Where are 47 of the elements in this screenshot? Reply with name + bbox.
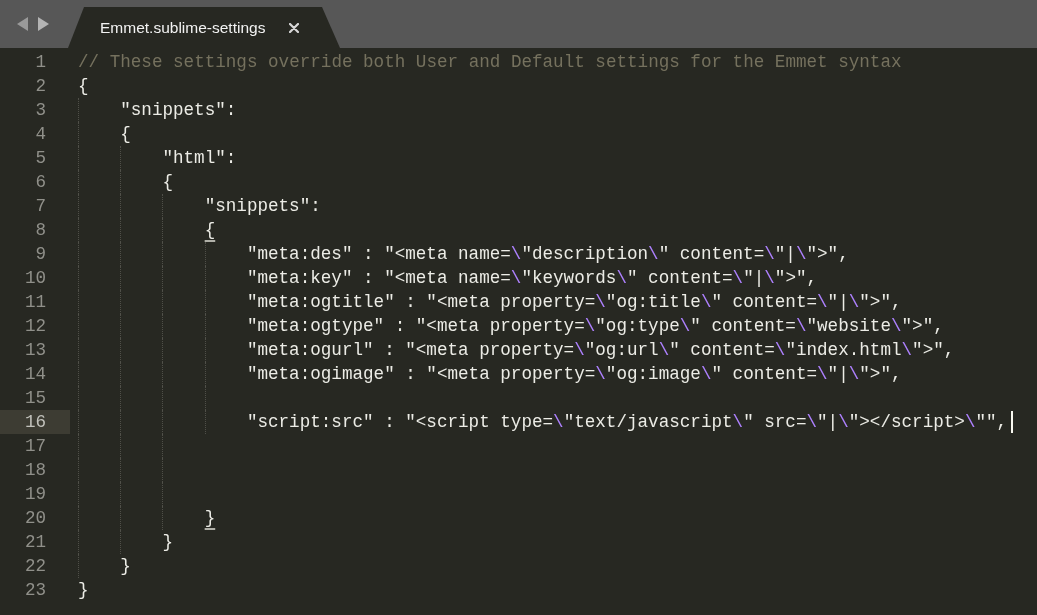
line-number: 20 — [23, 507, 47, 530]
code-line: { — [204, 219, 216, 242]
line-number: 19 — [23, 483, 47, 506]
right-arrow-icon[interactable] — [38, 17, 49, 31]
code-line: "meta:ogtitle" : "<meta property=\"og:title\" content=\"|\">", — [246, 291, 902, 314]
line-number: 8 — [34, 219, 47, 242]
code-line: "script:src" : "<script type=\"text/javascript\" src=\"|\"></script>\"", — [246, 411, 1008, 434]
code-line: } — [78, 579, 89, 602]
code-line: "meta:ogtype" : "<meta property=\"og:type\" content=\"website\">", — [246, 315, 944, 338]
editor-tab[interactable]: Emmet.sublime-settings — [68, 7, 340, 48]
close-icon[interactable] — [289, 22, 300, 33]
line-number: 5 — [34, 147, 47, 170]
line-number: 3 — [34, 99, 47, 122]
code-line: { — [78, 75, 89, 98]
line-number: 22 — [23, 555, 47, 578]
line-number: 10 — [23, 267, 47, 290]
code-line: "meta:ogimage" : "<meta property=\"og:image\" content=\"|\">", — [246, 363, 902, 386]
line-number: 21 — [23, 531, 47, 554]
line-number: 16 — [0, 410, 70, 434]
code-line: } — [162, 531, 173, 554]
text-cursor — [1011, 411, 1014, 433]
line-number: 23 — [23, 579, 47, 602]
line-number: 2 — [34, 75, 47, 98]
code-line: "html": — [162, 147, 237, 170]
line-number: 9 — [34, 243, 47, 266]
line-number: 15 — [23, 387, 47, 410]
line-number: 6 — [34, 171, 47, 194]
code-line: "snippets": — [204, 195, 321, 218]
line-number: 12 — [23, 315, 47, 338]
code-line: { — [162, 171, 173, 194]
code-line: "meta:des" : "<meta name=\"description\" content=\"|\">", — [246, 243, 849, 266]
line-number: 17 — [23, 435, 47, 458]
code-line: "meta:ogurl" : "<meta property=\"og:url\" content=\"index.html\">", — [246, 339, 955, 362]
code-line: { — [120, 123, 131, 146]
code-line: } — [204, 507, 216, 530]
code-line: "meta:key" : "<meta name=\"keywords\" content=\"|\">", — [246, 267, 818, 290]
code-line: } — [120, 555, 131, 578]
line-number: 11 — [23, 291, 47, 314]
line-number: 1 — [34, 51, 47, 74]
code-line: "snippets": — [120, 99, 237, 122]
line-number: 14 — [23, 363, 47, 386]
line-number: 13 — [23, 339, 47, 362]
line-number: 4 — [34, 123, 47, 146]
line-number: 18 — [23, 459, 47, 482]
code-line: // These settings override both User and Default settings for the Emmet syntax — [78, 51, 902, 74]
line-number: 7 — [34, 195, 47, 218]
left-arrow-icon[interactable] — [17, 17, 28, 31]
